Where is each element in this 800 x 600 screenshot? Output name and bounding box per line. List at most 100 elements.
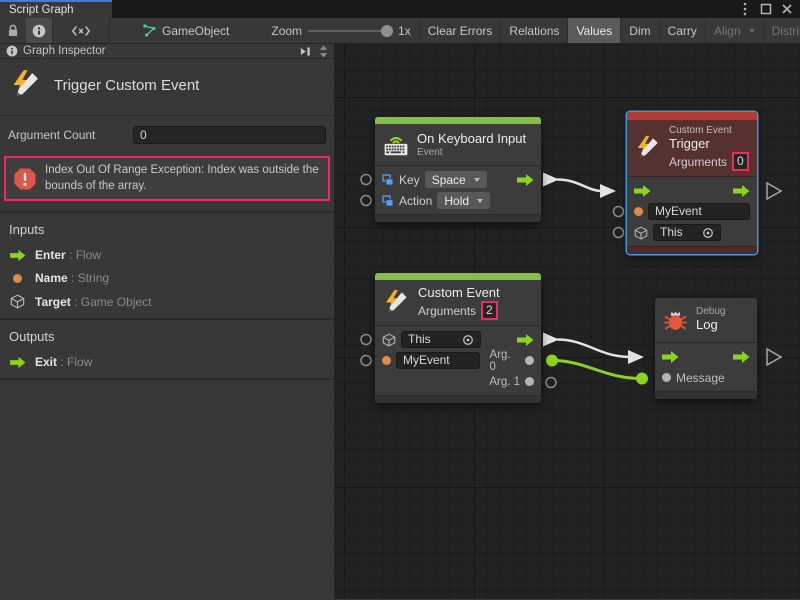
node-footer bbox=[375, 214, 541, 222]
port-keyboard-action[interactable] bbox=[361, 196, 371, 206]
event-name-field[interactable]: MyEvent bbox=[648, 203, 750, 220]
node-color-bar bbox=[627, 112, 757, 120]
event-name-field[interactable]: MyEvent bbox=[396, 352, 480, 369]
target-field[interactable]: This bbox=[401, 331, 481, 348]
action-dropdown[interactable]: Hold bbox=[437, 192, 490, 209]
event-name-row: MyEvent bbox=[627, 201, 757, 222]
window-controls bbox=[738, 0, 800, 18]
node-debug-log[interactable]: Debug Log Message bbox=[655, 298, 757, 399]
target-field[interactable]: This bbox=[653, 224, 721, 241]
edit-graph-button[interactable] bbox=[53, 18, 109, 43]
node-footer bbox=[655, 391, 757, 399]
arg1-value-port[interactable] bbox=[525, 377, 534, 386]
flow-arrow-icon bbox=[10, 249, 26, 262]
dim-button[interactable]: Dim bbox=[621, 18, 658, 43]
info-icon bbox=[32, 24, 46, 38]
input-pin-name: Name : String bbox=[0, 267, 334, 290]
inspector-toggle-button[interactable] bbox=[26, 18, 52, 43]
message-value-port[interactable] bbox=[662, 373, 671, 382]
enum-icon bbox=[382, 174, 394, 186]
node-title: Log bbox=[696, 317, 725, 333]
zoom-slider[interactable] bbox=[308, 30, 390, 32]
flow-output-port[interactable] bbox=[517, 333, 534, 347]
flow-output-port[interactable] bbox=[733, 184, 750, 198]
chevron-down-icon bbox=[749, 29, 755, 33]
flow-continuation-triangle bbox=[767, 349, 781, 365]
window-menu-button[interactable] bbox=[738, 2, 752, 16]
clear-errors-button[interactable]: Clear Errors bbox=[420, 18, 501, 43]
node-custom-event[interactable]: Custom Event Arguments 2 This bbox=[375, 273, 541, 403]
graph-inspector-panel: Graph Inspector Trigger Custom Event Arg… bbox=[0, 44, 335, 599]
flow-output-port[interactable] bbox=[517, 173, 534, 187]
event-name-row: MyEvent Arg. 0 bbox=[375, 350, 541, 371]
port-arg1-output[interactable] bbox=[546, 378, 556, 388]
relations-button[interactable]: Relations bbox=[501, 18, 567, 43]
port-keyboard-key[interactable] bbox=[361, 175, 371, 185]
error-octagon-icon bbox=[13, 167, 37, 191]
cube-icon bbox=[634, 226, 648, 240]
gameobject-target-button[interactable]: GameObject bbox=[134, 18, 237, 43]
flow-input-port[interactable] bbox=[662, 350, 679, 364]
carry-button[interactable]: Carry bbox=[660, 18, 705, 43]
node-trigger-custom-event[interactable]: Custom Event Trigger Arguments 0 bbox=[627, 112, 757, 254]
graph-inspector-title: Graph Inspector bbox=[23, 45, 105, 57]
keyboard-icon bbox=[383, 133, 409, 157]
panel-spinner[interactable] bbox=[319, 44, 328, 59]
lock-icon bbox=[6, 23, 20, 38]
argument-count-input[interactable] bbox=[133, 126, 326, 144]
error-message-text: Index Out Of Range Exception: Index was … bbox=[45, 163, 321, 194]
flow-input-port[interactable] bbox=[634, 184, 651, 198]
tab-strip: Script Graph bbox=[0, 0, 800, 18]
zoom-slider-knob[interactable] bbox=[381, 25, 393, 37]
tab-script-graph-label: Script Graph bbox=[9, 4, 74, 16]
tab-script-graph[interactable]: Script Graph bbox=[0, 0, 112, 18]
message-row: Message bbox=[655, 367, 757, 388]
node-category: Custom Event bbox=[669, 125, 749, 136]
bug-icon bbox=[663, 308, 688, 333]
node-on-keyboard-input[interactable]: On Keyboard Input Event Key Space Acti bbox=[375, 117, 541, 222]
target-row: This bbox=[627, 222, 757, 243]
output-pin-exit: Exit : Flow bbox=[0, 351, 334, 374]
error-message-box: Index Out Of Range Exception: Index was … bbox=[4, 156, 330, 201]
values-button[interactable]: Values bbox=[568, 18, 620, 43]
key-dropdown[interactable]: Space bbox=[425, 171, 487, 188]
node-header: Custom Event Trigger Arguments 0 bbox=[627, 120, 757, 177]
dock-panel-button[interactable] bbox=[299, 45, 312, 58]
align-button[interactable]: Align bbox=[706, 18, 763, 43]
string-dot-icon bbox=[382, 356, 391, 365]
arg1-row: Arg. 1 bbox=[375, 371, 541, 392]
chevron-down-icon bbox=[474, 178, 480, 182]
port-customevent-name[interactable] bbox=[361, 356, 371, 366]
close-button[interactable] bbox=[780, 2, 794, 16]
custom-event-icon bbox=[635, 135, 661, 161]
arg0-label: Arg. 0 bbox=[490, 349, 521, 373]
port-trigger-target[interactable] bbox=[614, 228, 624, 238]
gameobject-icon bbox=[142, 23, 157, 38]
target-picker-icon[interactable] bbox=[462, 334, 474, 346]
flow-output-port[interactable] bbox=[733, 350, 750, 364]
distribute-button[interactable]: Distribute bbox=[764, 18, 800, 43]
arg1-label: Arg. 1 bbox=[489, 376, 520, 388]
target-picker-icon[interactable] bbox=[702, 227, 714, 239]
zoom-label: Zoom bbox=[263, 18, 302, 43]
key-label: Key bbox=[399, 173, 420, 187]
action-row: Action Hold bbox=[375, 190, 541, 211]
unit-title-block: Trigger Custom Event bbox=[0, 59, 334, 116]
action-label: Action bbox=[399, 194, 432, 208]
string-dot-icon bbox=[13, 274, 22, 283]
lock-button[interactable] bbox=[0, 18, 26, 43]
port-customevent-target[interactable] bbox=[361, 335, 371, 345]
wire-arrowhead bbox=[600, 184, 616, 198]
message-label: Message bbox=[676, 371, 725, 385]
arguments-count-badge[interactable]: 0 bbox=[732, 152, 749, 171]
arguments-count-badge[interactable]: 2 bbox=[481, 301, 498, 320]
maximize-button[interactable] bbox=[759, 2, 773, 16]
node-footer bbox=[627, 246, 757, 254]
graph-canvas[interactable]: On Keyboard Input Event Key Space Acti bbox=[335, 44, 800, 599]
arg0-value-port[interactable] bbox=[525, 356, 534, 365]
input-pin-enter: Enter : Flow bbox=[0, 244, 334, 267]
input-pin-target: Target : Game Object bbox=[0, 290, 334, 318]
wire-green-endpoint bbox=[636, 373, 648, 385]
wire-arrowhead bbox=[628, 350, 644, 364]
port-trigger-name[interactable] bbox=[614, 207, 624, 217]
